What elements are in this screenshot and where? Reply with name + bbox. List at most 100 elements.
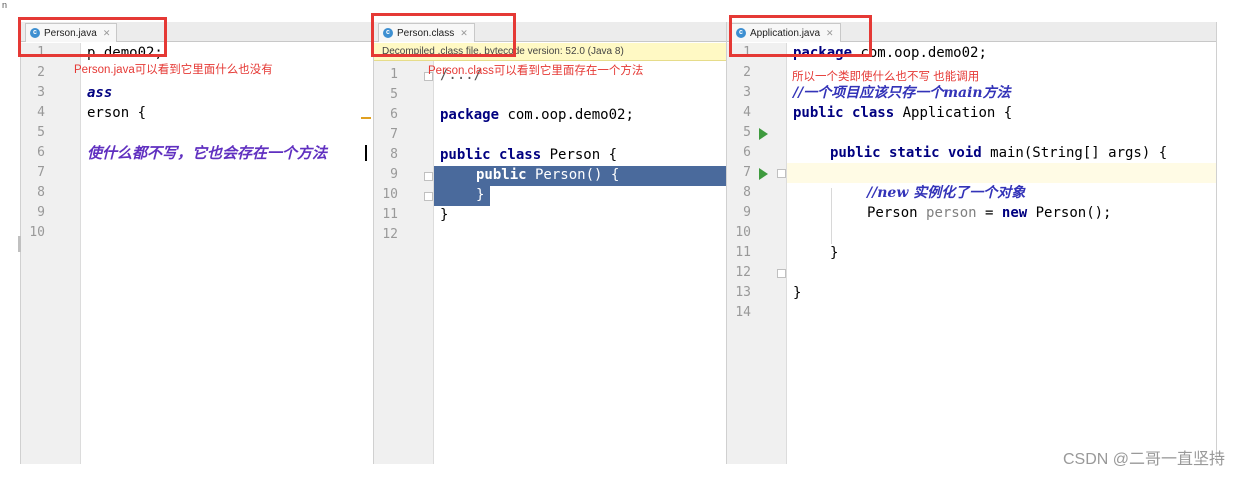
line-number: 6 (390, 107, 398, 122)
line-number: 7 (743, 165, 751, 180)
line-number: 10 (735, 225, 751, 240)
line-number: 5 (743, 125, 751, 140)
close-icon[interactable]: ✕ (826, 28, 834, 39)
line-number: 10 (29, 225, 45, 240)
run-icon[interactable] (759, 168, 768, 180)
line-number: 5 (37, 125, 45, 140)
code-line: package com.oop.demo02; (793, 43, 1216, 63)
tab-bar: c Person.java ✕ (21, 22, 373, 42)
close-icon[interactable]: ✕ (460, 28, 468, 39)
code-line: } (830, 245, 839, 261)
tab-application-java[interactable]: c Application.java ✕ (731, 23, 841, 42)
tab-label: Application.java (750, 27, 821, 39)
code-area[interactable]: p.demo02; ass erson { 使什么都不写，它也会存在一个方法 (87, 43, 373, 464)
text-caret (365, 145, 367, 161)
code-area[interactable]: /.../ package com.oop.demo02; public cla… (440, 61, 726, 464)
code-text: Person (867, 205, 927, 221)
fold-icon[interactable] (424, 172, 433, 181)
code-line: ass (87, 85, 113, 101)
code-text: main(String[] args) { (981, 145, 1168, 161)
class-icon: c (30, 28, 40, 38)
annotation-text-person-class: Person.class可以看到它里面存在一个方法 (428, 65, 644, 77)
code-line: public class Application { (793, 103, 1216, 123)
tab-person-class[interactable]: c Person.class ✕ (378, 23, 475, 42)
line-number: 9 (390, 167, 398, 182)
line-number: 7 (37, 165, 45, 180)
code-line: } (440, 207, 449, 223)
tab-bar: c Application.java ✕ (727, 22, 1216, 42)
fold-icon[interactable] (777, 169, 786, 178)
line-number: 13 (735, 285, 751, 300)
line-gutter: 1 5 6 7 8 9 10 11 12 (374, 61, 434, 464)
run-icon[interactable] (759, 128, 768, 140)
variable-name: person (926, 205, 977, 221)
code-line: } (793, 285, 802, 301)
code-text: Person(); (1027, 205, 1112, 221)
line-number: 10 (382, 187, 398, 202)
code-text: com.oop.demo02; (499, 107, 634, 123)
editor-pane-person-java: c Person.java ✕ 1 2 3 4 5 6 7 8 9 10 p.d… (20, 22, 373, 464)
line-number: 12 (735, 265, 751, 280)
tab-person-java[interactable]: c Person.java ✕ (25, 23, 118, 42)
line-number: 8 (390, 147, 398, 162)
keyword: public static void (830, 145, 982, 161)
line-number: 1 (37, 45, 45, 60)
fold-icon[interactable] (777, 269, 786, 278)
line-number: 6 (37, 145, 45, 160)
keyword: public class (440, 147, 542, 163)
line-number: 6 (743, 145, 751, 160)
line-gutter: 1 2 3 4 5 6 7 8 9 10 (21, 43, 81, 464)
line-number: 8 (37, 185, 45, 200)
line-number: 9 (37, 205, 45, 220)
annotation-text-person-java: Person.java可以看到它里面什么也没有 (74, 64, 273, 76)
editor-pane-application-java: c Application.java ✕ 1 2 3 4 5 6 7 8 9 1… (726, 22, 1217, 464)
code-line-selected: } (476, 187, 485, 203)
code-line: p.demo02; (87, 45, 163, 61)
code-line: public static void main(String[] args) { (793, 143, 1216, 163)
watermark: CSDN @二哥一直坚持 (1062, 451, 1225, 468)
code-line: Person person = new Person(); (793, 203, 1216, 223)
code-line: public class Person { (440, 145, 726, 165)
keyword: new (1001, 205, 1028, 221)
code-line: package com.oop.demo02; (440, 105, 726, 125)
code-line: erson { (87, 105, 147, 121)
fold-icon[interactable] (424, 192, 433, 201)
line-number: 12 (382, 227, 398, 242)
tab-bar: c Person.class ✕ (374, 22, 726, 42)
tab-label: Person.java (44, 27, 97, 39)
line-number: 1 (743, 45, 751, 60)
editor-pane-person-class: c Person.class ✕ Decompiled .class file,… (373, 22, 726, 464)
close-icon[interactable]: ✕ (103, 28, 111, 39)
window-corner-text: n (2, 0, 8, 10)
annotation-text-application-java: 所以一个类即使什么也不写 也能调用 (792, 71, 980, 83)
line-number: 14 (735, 305, 751, 320)
code-text: = (976, 205, 1002, 221)
keyword: package (440, 107, 500, 123)
keyword: package (793, 45, 853, 61)
line-number: 7 (390, 127, 398, 142)
line-number: 9 (743, 205, 751, 220)
line-number: 11 (382, 207, 398, 222)
tab-label: Person.class (397, 27, 455, 39)
decompiled-banner: Decompiled .class file, bytecode version… (374, 43, 726, 61)
line-number: 5 (390, 87, 398, 102)
code-line-comment: 使什么都不写，它也会存在一个方法 (87, 144, 328, 162)
line-number: 8 (743, 185, 751, 200)
line-number: 3 (37, 85, 45, 100)
line-number: 11 (735, 245, 751, 260)
class-icon: c (736, 28, 746, 38)
code-line-comment: //new 实例化了一个对象 (867, 185, 1026, 201)
code-area[interactable]: package com.oop.demo02; //一个项目应该只存一个main… (793, 43, 1216, 464)
code-text: Person() { (526, 167, 620, 183)
code-line-comment: //一个项目应该只存一个main方法 (793, 85, 1011, 101)
scroll-marker (18, 236, 21, 252)
line-number: 2 (743, 65, 751, 80)
code-line-selected: public Person() { (440, 165, 726, 185)
line-number: 1 (390, 67, 398, 82)
keyword: public class (793, 105, 895, 121)
line-gutter: 1 2 3 4 5 6 7 8 9 10 11 12 13 14 (727, 43, 787, 464)
class-icon: c (383, 28, 393, 38)
line-number: 3 (743, 85, 751, 100)
keyword: public (476, 167, 527, 183)
code-text: com.oop.demo02; (852, 45, 987, 61)
